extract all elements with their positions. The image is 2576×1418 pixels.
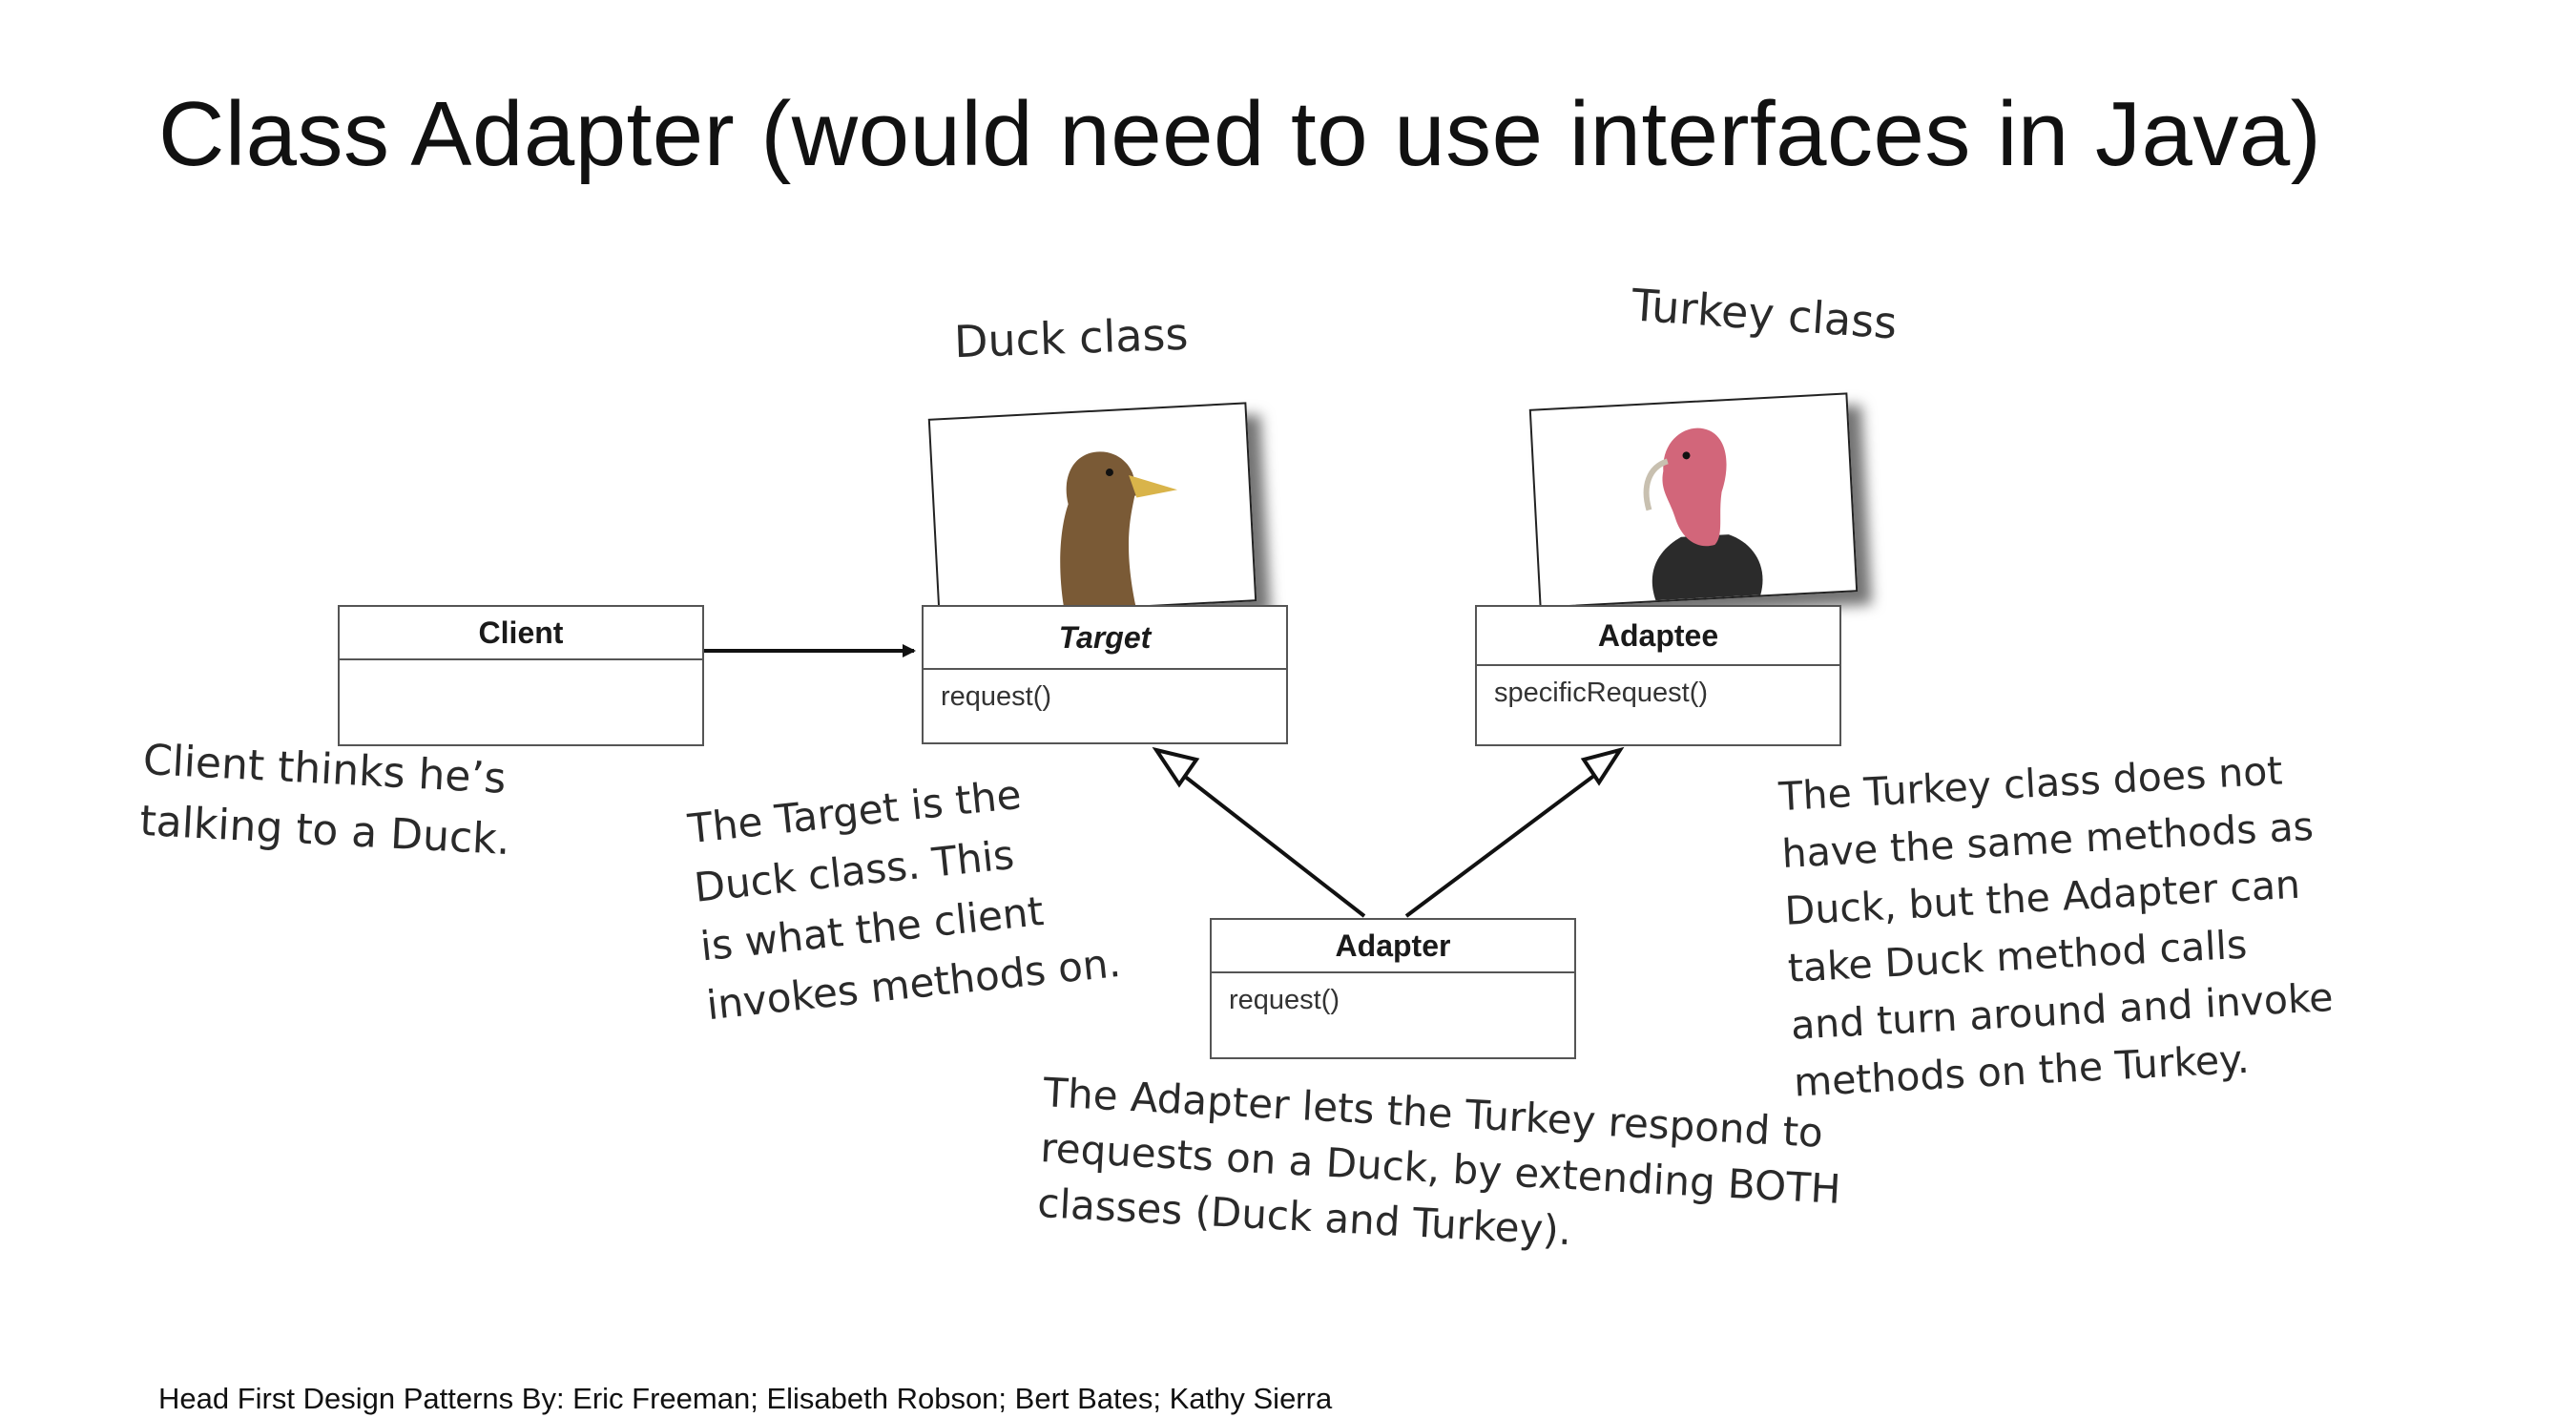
adaptee-class-name: Adaptee: [1477, 607, 1839, 666]
turkey-note: The Turkey class does not have the same …: [1777, 740, 2337, 1111]
adapter-to-adaptee-generalization: [1404, 767, 1605, 918]
target-class-method: request(): [941, 681, 1052, 712]
client-class-box: Client: [338, 605, 704, 746]
adaptee-class-box: Adaptee specificRequest(): [1475, 605, 1841, 746]
citation-footer: Head First Design Patterns By: Eric Free…: [158, 1382, 1333, 1415]
adaptee-class-method: specificRequest(): [1494, 678, 1709, 708]
adapter-class-box: Adapter request(): [1210, 918, 1576, 1059]
adapter-class-name: Adapter: [1212, 920, 1574, 973]
client-note: Client thinks he’s talking to a Duck.: [138, 730, 515, 871]
client-class-methods: [340, 660, 702, 683]
target-note: The Target is the Duck class. This is wh…: [685, 757, 1123, 1035]
client-class-name: Client: [340, 607, 702, 660]
adapter-to-target-generalization: [1174, 767, 1366, 918]
target-class-name: Target: [924, 607, 1286, 670]
adapter-class-method: request(): [1229, 985, 1340, 1015]
target-class-box: Target request(): [922, 605, 1288, 744]
